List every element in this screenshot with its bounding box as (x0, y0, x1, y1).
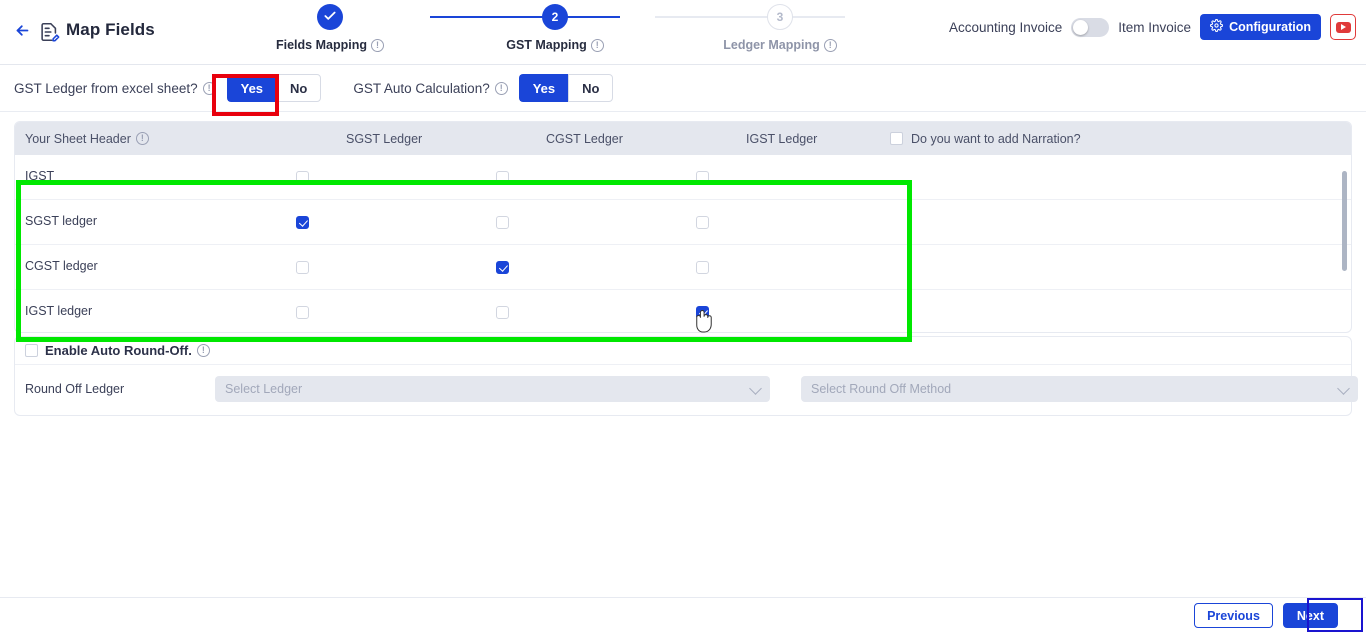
row-3-igst-checkbox[interactable] (696, 306, 709, 319)
youtube-help-button[interactable] (1330, 14, 1356, 40)
gear-icon (1210, 19, 1224, 35)
gst-auto-toggle-group: Yes No (518, 74, 614, 102)
step-1-label-wrap: Fields Mapping ! (230, 38, 430, 52)
round-off-method-select[interactable]: Select Round Off Method (801, 376, 1358, 402)
round-off-body: Round Off Ledger Select Ledger Select Ro… (15, 365, 1358, 415)
accounting-invoice-label: Accounting Invoice (948, 19, 1063, 35)
column-igst-ledger: IGST Ledger (746, 131, 818, 146)
info-icon[interactable]: ! (494, 81, 508, 95)
table-row: IGST (15, 155, 1351, 200)
table-scrollbar[interactable] (1342, 171, 1347, 271)
round-off-header: Enable Auto Round-Off. ! (15, 337, 1351, 365)
step-1-label: Fields Mapping (276, 38, 367, 52)
row-2-igst-checkbox[interactable] (696, 261, 709, 274)
step-gst-mapping[interactable]: 2 GST Mapping ! (455, 4, 655, 52)
stepper-line-1 (430, 16, 620, 18)
configuration-label: Configuration (1229, 20, 1311, 34)
row-2-cgst-checkbox[interactable] (496, 261, 509, 274)
page-title: Map Fields (66, 20, 155, 39)
top-bar: Map Fields Fields Mapping ! 2 GST Mappin… (0, 0, 1366, 65)
row-label: IGST ledger (25, 304, 93, 318)
round-off-ledger-label: Round Off Ledger (25, 382, 125, 396)
step-1-circle (317, 4, 343, 30)
row-0-igst-checkbox[interactable] (696, 171, 709, 184)
footer-bar: Previous Next (0, 597, 1366, 633)
table-row: CGST ledger (15, 245, 1351, 290)
table-body: IGST SGST ledger CGST ledger IGST ledger (15, 155, 1351, 332)
check-icon (323, 9, 337, 26)
info-icon[interactable]: ! (196, 344, 210, 357)
step-2-circle: 2 (542, 4, 568, 30)
table-row: IGST ledger (15, 290, 1351, 332)
row-2-sgst-checkbox[interactable] (296, 261, 309, 274)
item-invoice-label: Item Invoice (1118, 19, 1192, 35)
round-off-method-placeholder: Select Round Off Method (811, 382, 952, 396)
gst-ledger-question-wrap: GST Ledger from excel sheet? ! (14, 81, 216, 96)
document-edit-icon (38, 21, 60, 43)
round-off-ledger-placeholder: Select Ledger (225, 382, 303, 396)
previous-button[interactable]: Previous (1194, 603, 1273, 628)
round-off-ledger-select[interactable]: Select Ledger (215, 376, 770, 402)
column-label: Your Sheet Header (25, 131, 131, 146)
next-button[interactable]: Next (1282, 603, 1338, 628)
info-icon[interactable]: ! (135, 132, 149, 145)
row-1-cgst-checkbox[interactable] (496, 216, 509, 229)
enable-auto-round-off-checkbox[interactable] (25, 344, 38, 357)
stepper: Fields Mapping ! 2 GST Mapping ! 3 Ledge… (270, 4, 870, 64)
row-3-sgst-checkbox[interactable] (296, 306, 309, 319)
step-3-circle: 3 (767, 4, 793, 30)
table-header-row: Your Sheet Header ! SGST Ledger CGST Led… (15, 122, 1351, 155)
round-off-section: Enable Auto Round-Off. ! Round Off Ledge… (14, 336, 1358, 416)
info-icon[interactable]: ! (370, 38, 384, 52)
gst-auto-yes-button[interactable]: Yes (518, 74, 569, 102)
step-2-label-wrap: GST Mapping ! (455, 38, 655, 52)
enable-auto-round-off-label-wrap: Enable Auto Round-Off. ! (45, 343, 210, 358)
gst-ledger-question: GST Ledger from excel sheet? (14, 80, 198, 96)
step-3-label: Ledger Mapping (723, 38, 820, 52)
gst-auto-question-wrap: GST Auto Calculation? ! (353, 80, 508, 96)
gst-ledger-toggle-group: Yes No (226, 74, 322, 102)
gst-mapping-table: Your Sheet Header ! SGST Ledger CGST Led… (14, 121, 1352, 333)
row-label: CGST ledger (25, 259, 98, 273)
toggle-knob (1073, 19, 1089, 35)
table-row: SGST ledger (15, 200, 1351, 245)
stepper-line-2 (655, 16, 845, 18)
column-your-sheet-header: Your Sheet Header ! (25, 132, 149, 146)
top-right-controls: Accounting Invoice Item Invoice Configur… (949, 14, 1356, 40)
column-cgst-ledger: CGST Ledger (546, 131, 623, 146)
back-button[interactable] (8, 19, 36, 47)
step-ledger-mapping[interactable]: 3 Ledger Mapping ! (680, 4, 880, 52)
chevron-down-icon (1337, 382, 1350, 395)
configuration-button[interactable]: Configuration (1200, 14, 1321, 40)
step-2-label: GST Mapping (506, 38, 587, 52)
narration-checkbox[interactable] (890, 132, 903, 145)
row-1-igst-checkbox[interactable] (696, 216, 709, 229)
row-1-sgst-checkbox[interactable] (296, 216, 309, 229)
options-row: GST Ledger from excel sheet? ! Yes No GS… (0, 65, 1366, 112)
row-label: IGST (25, 169, 55, 183)
gst-ledger-no-button[interactable]: No (276, 74, 322, 102)
info-icon[interactable]: ! (823, 38, 837, 52)
info-icon[interactable]: ! (590, 38, 604, 52)
step-3-label-wrap: Ledger Mapping ! (680, 38, 880, 52)
narration-label: Do you want to add Narration? (911, 131, 1081, 146)
youtube-icon (1335, 21, 1351, 33)
row-3-cgst-checkbox[interactable] (496, 306, 509, 319)
arrow-left-icon (14, 22, 31, 44)
row-label: SGST ledger (25, 214, 98, 228)
row-0-sgst-checkbox[interactable] (296, 171, 309, 184)
gst-auto-question: GST Auto Calculation? (353, 80, 490, 96)
gst-ledger-yes-button[interactable]: Yes (226, 74, 277, 102)
gst-auto-no-button[interactable]: No (568, 74, 614, 102)
chevron-down-icon (749, 382, 762, 395)
enable-auto-round-off-label: Enable Auto Round-Off. (45, 343, 192, 358)
step-fields-mapping[interactable]: Fields Mapping ! (230, 4, 430, 52)
info-icon[interactable]: ! (202, 81, 216, 95)
invoice-type-toggle[interactable] (1071, 17, 1110, 37)
column-sgst-ledger: SGST Ledger (346, 131, 423, 146)
row-0-cgst-checkbox[interactable] (496, 171, 509, 184)
